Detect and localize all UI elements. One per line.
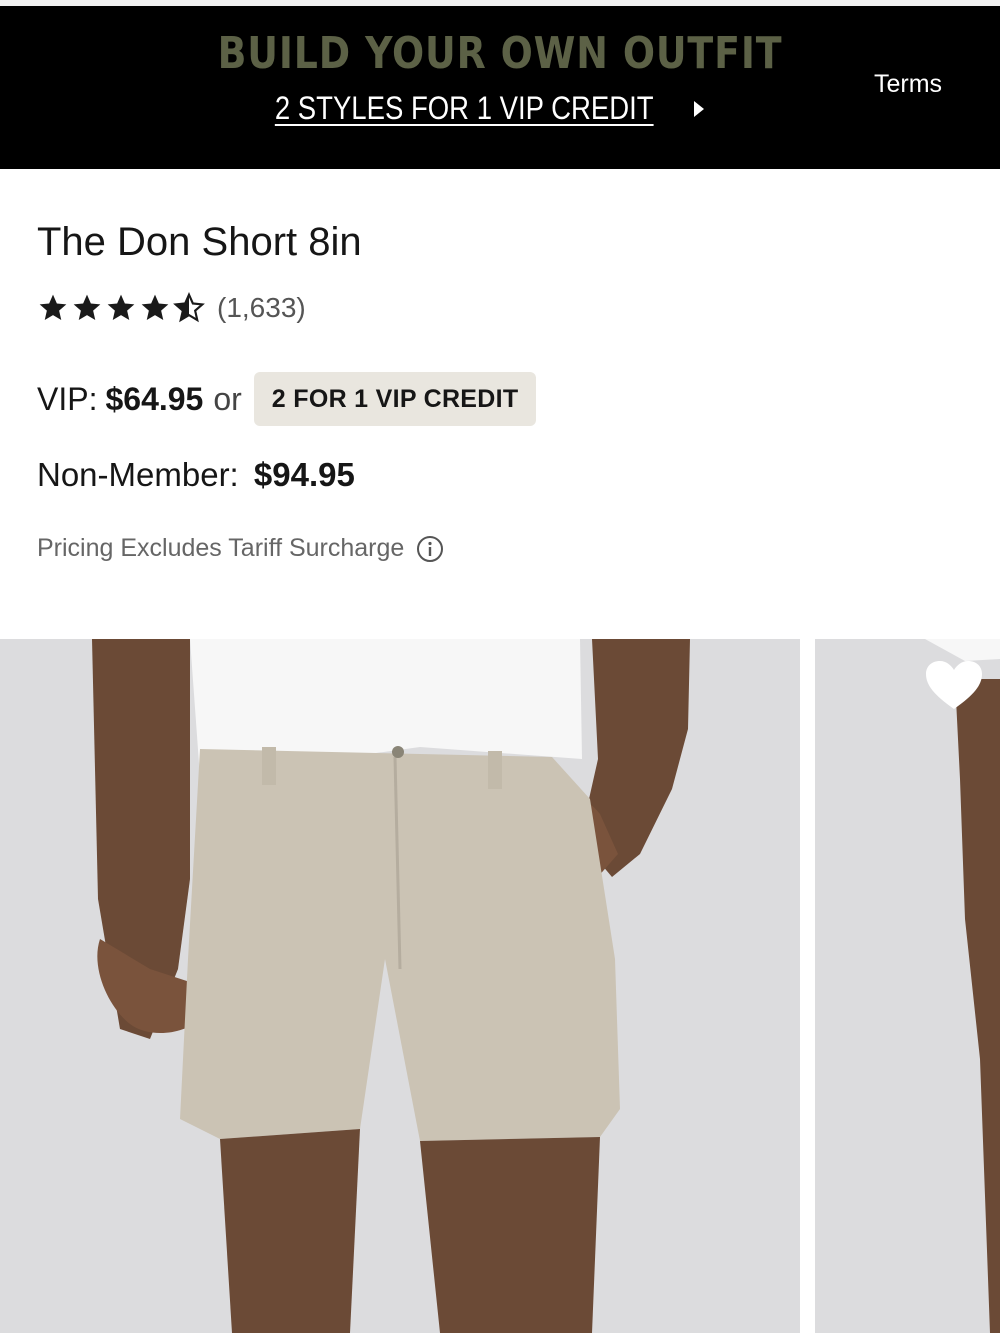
- star-icon: [39, 294, 67, 320]
- star-icon: [107, 294, 135, 320]
- product-image-gallery[interactable]: [0, 639, 1000, 1333]
- star-icon: [141, 294, 169, 320]
- vip-label: VIP:: [37, 380, 98, 417]
- vip-credit-badge: 2 FOR 1 VIP CREDIT: [253, 372, 537, 426]
- tariff-note: Pricing Excludes Tariff Surcharge: [37, 534, 405, 562]
- info-icon[interactable]: [416, 535, 444, 563]
- terms-link[interactable]: Terms: [874, 70, 942, 99]
- nonmember-price: $94.95: [253, 456, 355, 493]
- model-wearing-shorts-photo: [0, 639, 800, 1333]
- nonmember-price-row: Non-Member: $94.95: [37, 456, 355, 494]
- product-title: The Don Short 8in: [37, 220, 362, 264]
- promo-banner[interactable]: BUILD YOUR OWN OUTFIT 2 STYLES FOR 1 VIP…: [0, 6, 1000, 169]
- tariff-note-row: Pricing Excludes Tariff Surcharge: [37, 534, 444, 563]
- promo-subline-link[interactable]: 2 STYLES FOR 1 VIP CREDIT: [244, 90, 706, 127]
- caret-right-icon: [694, 100, 705, 117]
- review-count[interactable]: (1,633): [217, 292, 306, 324]
- or-text: or: [213, 380, 242, 417]
- promo-headline: BUILD YOUR OWN OUTFIT: [217, 28, 783, 79]
- promo-subline-text[interactable]: 2 STYLES FOR 1 VIP CREDIT: [275, 90, 654, 127]
- star-rating: [37, 292, 205, 324]
- model-side-photo: [815, 639, 1000, 1333]
- half-star-icon: [173, 292, 205, 323]
- product-photo-next[interactable]: [815, 639, 1000, 1333]
- star-icon: [73, 294, 101, 320]
- product-photo-main[interactable]: [0, 639, 800, 1333]
- rating-row[interactable]: (1,633): [37, 292, 306, 324]
- vip-price-row: VIP: $64.95 or 2 FOR 1 VIP CREDIT: [37, 372, 537, 426]
- promo-subline-row: 2 STYLES FOR 1 VIP CREDIT: [0, 90, 1000, 127]
- heart-icon[interactable]: [924, 659, 984, 711]
- vip-price: $64.95: [105, 380, 204, 417]
- nonmember-label: Non-Member:: [37, 456, 239, 493]
